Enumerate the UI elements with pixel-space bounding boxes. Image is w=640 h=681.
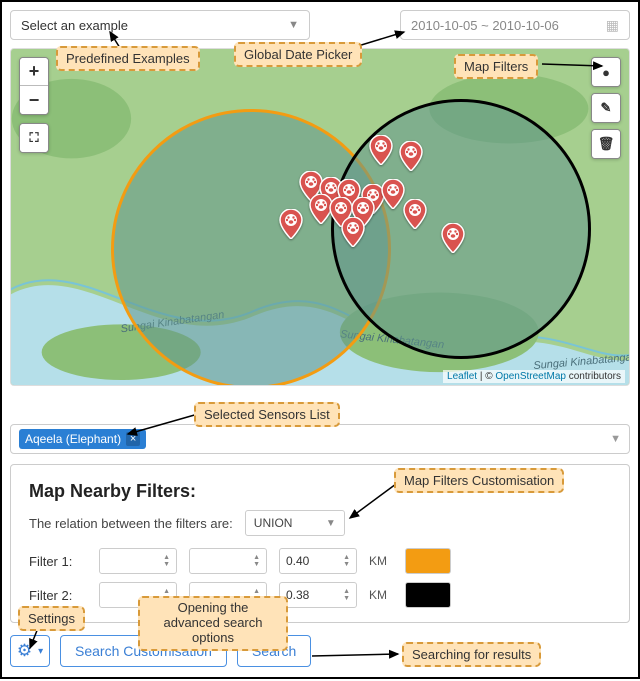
stepper-arrows[interactable]: ▲▼ [343,554,350,568]
chevron-down-icon: ▾ [38,646,43,657]
gear-icon: ⚙ [17,641,32,661]
relation-label: The relation between the filters are: [29,516,233,531]
annotation-searching: Searching for results [402,642,541,667]
relation-value: UNION [254,516,293,530]
stepper-arrows[interactable]: ▲▼ [253,554,260,568]
filter-radius-input[interactable]: 0.38▲▼ [279,582,357,608]
draw-circle-button[interactable]: ● [592,58,620,86]
remove-chip-button[interactable]: × [126,432,140,446]
example-selector[interactable]: Select an example ▼ [10,10,310,40]
selected-sensors-list[interactable]: Aqeela (Elephant) × ▼ [10,424,630,454]
filter-unit: KM [369,554,393,568]
filter-lat-input[interactable]: ▲▼ [99,548,177,574]
annotation-settings: Settings [18,606,85,631]
expand-sensors-icon[interactable]: ▼ [610,433,621,445]
annotation-filters-custom: Map Filters Customisation [394,468,564,493]
filter-radius-input[interactable]: 0.40▲▼ [279,548,357,574]
map-attribution: Leaflet | © OpenStreetMap contributors [443,370,625,383]
fullscreen-button[interactable]: ⛶ [20,124,48,152]
global-date-picker[interactable]: 2010-10-05 ~ 2010-10-06 ▦ [400,10,630,40]
filter-row: Filter 2:▲▼▲▼0.38▲▼KM [29,582,611,608]
map-marker[interactable] [441,223,465,253]
stepper-arrows[interactable]: ▲▼ [163,554,170,568]
filter-label: Filter 2: [29,588,87,603]
annotation-global-date: Global Date Picker [234,42,362,67]
annotation-sensors-list: Selected Sensors List [194,402,340,427]
annotation-map-filters: Map Filters [454,54,538,79]
osm-link[interactable]: OpenStreetMap [495,371,566,382]
chevron-down-icon: ▼ [288,19,299,31]
relation-select[interactable]: UNION ▼ [245,510,345,536]
sensor-chip-label: Aqeela (Elephant) [25,432,121,446]
chevron-down-icon: ▼ [326,518,336,529]
filter-label: Filter 1: [29,554,87,569]
map-marker[interactable] [399,141,423,171]
filter-row: Filter 1:▲▼▲▼0.40▲▼KM [29,548,611,574]
filter-color-swatch[interactable] [405,582,451,608]
filter-lon-input[interactable]: ▲▼ [189,548,267,574]
example-selector-text: Select an example [21,18,128,33]
annotation-predefined: Predefined Examples [56,46,200,71]
map-controls-right: ● ✎ 🗑 [591,57,621,159]
delete-shapes-button[interactable]: 🗑 [592,130,620,158]
map-marker[interactable] [341,217,365,247]
edit-shapes-button[interactable]: ✎ [592,94,620,122]
zoom-in-button[interactable]: + [20,58,48,86]
date-range-value: 2010-10-05 ~ 2010-10-06 [411,18,559,33]
map-controls-left: + − ⛶ [19,57,49,153]
leaflet-link[interactable]: Leaflet [447,371,477,382]
zoom-out-button[interactable]: − [20,86,48,114]
stepper-arrows[interactable]: ▲▼ [343,588,350,602]
filter-color-swatch[interactable] [405,548,451,574]
map-marker[interactable] [369,135,393,165]
map-marker[interactable] [279,209,303,239]
map-view[interactable]: Sungai Kinabatangan Sungai Kinabatangan … [10,48,630,386]
map-marker[interactable] [381,179,405,209]
map-marker[interactable] [403,199,427,229]
annotation-open-advanced: Opening the advanced search options [138,596,288,651]
calendar-icon: ▦ [606,17,619,34]
settings-button[interactable]: ⚙ ▾ [10,635,50,667]
filter-unit: KM [369,588,393,602]
sensor-chip[interactable]: Aqeela (Elephant) × [19,429,146,449]
